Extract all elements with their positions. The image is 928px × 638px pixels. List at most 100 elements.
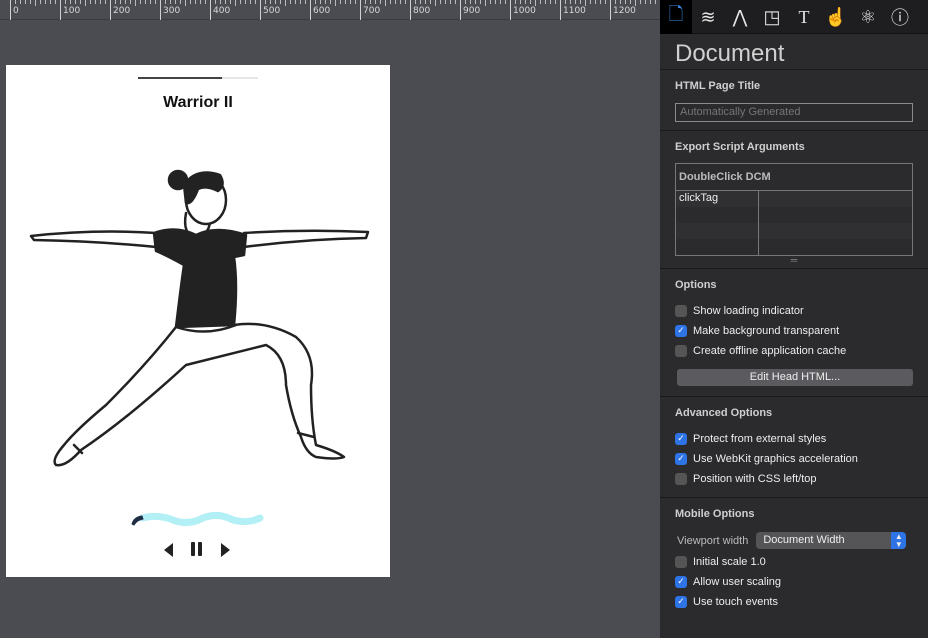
ruler-tick	[140, 0, 141, 4]
checkbox[interactable]: ✓	[675, 575, 687, 588]
ruler-tick	[630, 0, 631, 4]
ruler-tick	[130, 0, 131, 4]
ruler-tick	[115, 0, 116, 4]
ruler-tick	[25, 0, 26, 4]
info-icon[interactable]: ⓘ	[884, 0, 916, 34]
ruler-tick	[385, 0, 386, 6]
section-label: Mobile Options	[675, 507, 755, 520]
checkbox[interactable]	[675, 555, 687, 568]
ruler-tick	[50, 0, 51, 4]
triangle-right-icon[interactable]	[220, 543, 230, 557]
stepper-arrows-icon: ▲ ▼	[891, 532, 907, 549]
ruler-tick	[365, 0, 366, 4]
checkbox-row[interactable]: Create offline application cache	[675, 341, 913, 361]
checkbox[interactable]	[675, 472, 687, 485]
ruler-tick	[325, 0, 326, 4]
ruler-label: 1100	[560, 0, 586, 20]
ruler-tick	[220, 0, 221, 4]
checkbox-label: Use WebKit graphics acceleration	[693, 452, 858, 465]
argument-name[interactable]	[676, 222, 759, 239]
argument-name[interactable]	[676, 238, 759, 255]
checkbox[interactable]	[675, 304, 687, 317]
select-value: Document Width	[763, 534, 845, 546]
ruler-tick	[145, 0, 146, 4]
text-icon[interactable]: T	[788, 0, 820, 34]
pause-icon[interactable]	[190, 541, 204, 557]
checkbox[interactable]: ✓	[675, 452, 687, 465]
ruler-tick	[105, 0, 106, 4]
ruler-tick	[430, 0, 431, 4]
ruler-tick	[320, 0, 321, 4]
hand-pointer-icon[interactable]: ☝	[820, 0, 852, 34]
atom-icon[interactable]: ⚛	[852, 0, 884, 34]
inspector-panel: 🗋≋⋀◳T☝⚛ⓘ Document HTML Page Title Export…	[660, 0, 928, 638]
ruler-tick	[625, 0, 626, 4]
ruler-tick	[265, 0, 266, 4]
html-page-title-input[interactable]	[675, 102, 913, 122]
ruler-tick	[340, 0, 341, 4]
checkbox[interactable]: ✓	[675, 595, 687, 608]
ruler-tick	[645, 0, 646, 4]
ruler-label: 1000	[510, 0, 536, 20]
table-row[interactable]: clickTag	[676, 190, 912, 207]
ruler-tick	[530, 0, 531, 4]
ruler-tick	[225, 0, 226, 4]
ruler-tick	[180, 0, 181, 4]
ruler-tick	[515, 0, 516, 4]
checkbox[interactable]: ✓	[675, 432, 687, 445]
inspector-toolbar: 🗋 ≋ ⋀ ◳ T ☝ ⚛ ⓘ	[660, 0, 928, 34]
checkbox-label: Make background transparent	[693, 324, 840, 337]
ruler-tick	[535, 0, 536, 6]
ruler-tick	[205, 0, 206, 4]
ruler-tick	[390, 0, 391, 4]
viewport-width-select[interactable]: Document Width ▲ ▼	[756, 532, 907, 549]
table-row[interactable]	[676, 206, 912, 223]
ruler-tick	[200, 0, 201, 4]
checkbox-row[interactable]: Show loading indicator	[675, 301, 913, 321]
ruler-tick	[65, 0, 66, 4]
ruler-tick	[120, 0, 121, 4]
mobile-section: Mobile Options Viewport width Document W…	[660, 498, 928, 620]
checkbox-row[interactable]: Initial scale 1.0	[675, 552, 913, 572]
argument-name[interactable]	[676, 206, 759, 223]
ruler-tick	[425, 0, 426, 4]
ruler-tick	[55, 0, 56, 4]
ruler-tick	[495, 0, 496, 4]
checkbox[interactable]: ✓	[675, 324, 687, 337]
ruler-tick	[590, 0, 591, 4]
ruler-tick	[470, 0, 471, 4]
table-row[interactable]	[676, 238, 912, 255]
compass-icon[interactable]: ⋀	[724, 0, 756, 34]
edit-head-html-button[interactable]: Edit Head HTML...	[677, 368, 913, 386]
triangle-left-icon[interactable]	[164, 543, 174, 557]
layers-icon[interactable]: ≋	[692, 0, 724, 34]
checkbox[interactable]	[675, 344, 687, 357]
ruler-tick	[100, 0, 101, 4]
checkbox-row[interactable]: Position with CSS left/top	[675, 469, 913, 489]
checkbox-row[interactable]: ✓ Allow user scaling	[675, 572, 913, 592]
options-section: Options Show loading indicator ✓ Make back…	[660, 269, 928, 397]
checkbox-row[interactable]: ✓ Use touch events	[675, 592, 913, 612]
document-icon[interactable]: 🗋	[660, 0, 692, 34]
shapes-icon[interactable]: ◳	[756, 0, 788, 34]
table-row[interactable]	[676, 222, 912, 239]
ruler-tick	[635, 0, 636, 6]
ruler-tick	[375, 0, 376, 4]
checkbox-label: Create offline application cache	[693, 344, 847, 357]
checkbox-row[interactable]: ✓ Protect from external styles	[675, 429, 913, 449]
checkbox-row[interactable]: ✓ Use WebKit graphics acceleration	[675, 449, 913, 469]
ruler-tick	[270, 0, 271, 4]
ruler-tick	[280, 0, 281, 4]
ruler-tick	[35, 0, 36, 6]
argument-name[interactable]: clickTag	[676, 190, 759, 207]
ruler-tick	[450, 0, 451, 4]
ruler-tick	[230, 0, 231, 4]
stage-document[interactable]: Warrior II	[6, 65, 390, 577]
checkbox-row[interactable]: ✓ Make background transparent	[675, 321, 913, 341]
ruler-tick	[70, 0, 71, 4]
ruler-tick	[345, 0, 346, 4]
ruler-tick	[175, 0, 176, 4]
ruler-tick	[555, 0, 556, 4]
horizontal-ruler: 0 100 200 300 400 500 600 700 800 900 1000 1100 1200	[0, 0, 660, 20]
resize-handle[interactable]: ═	[675, 255, 913, 266]
